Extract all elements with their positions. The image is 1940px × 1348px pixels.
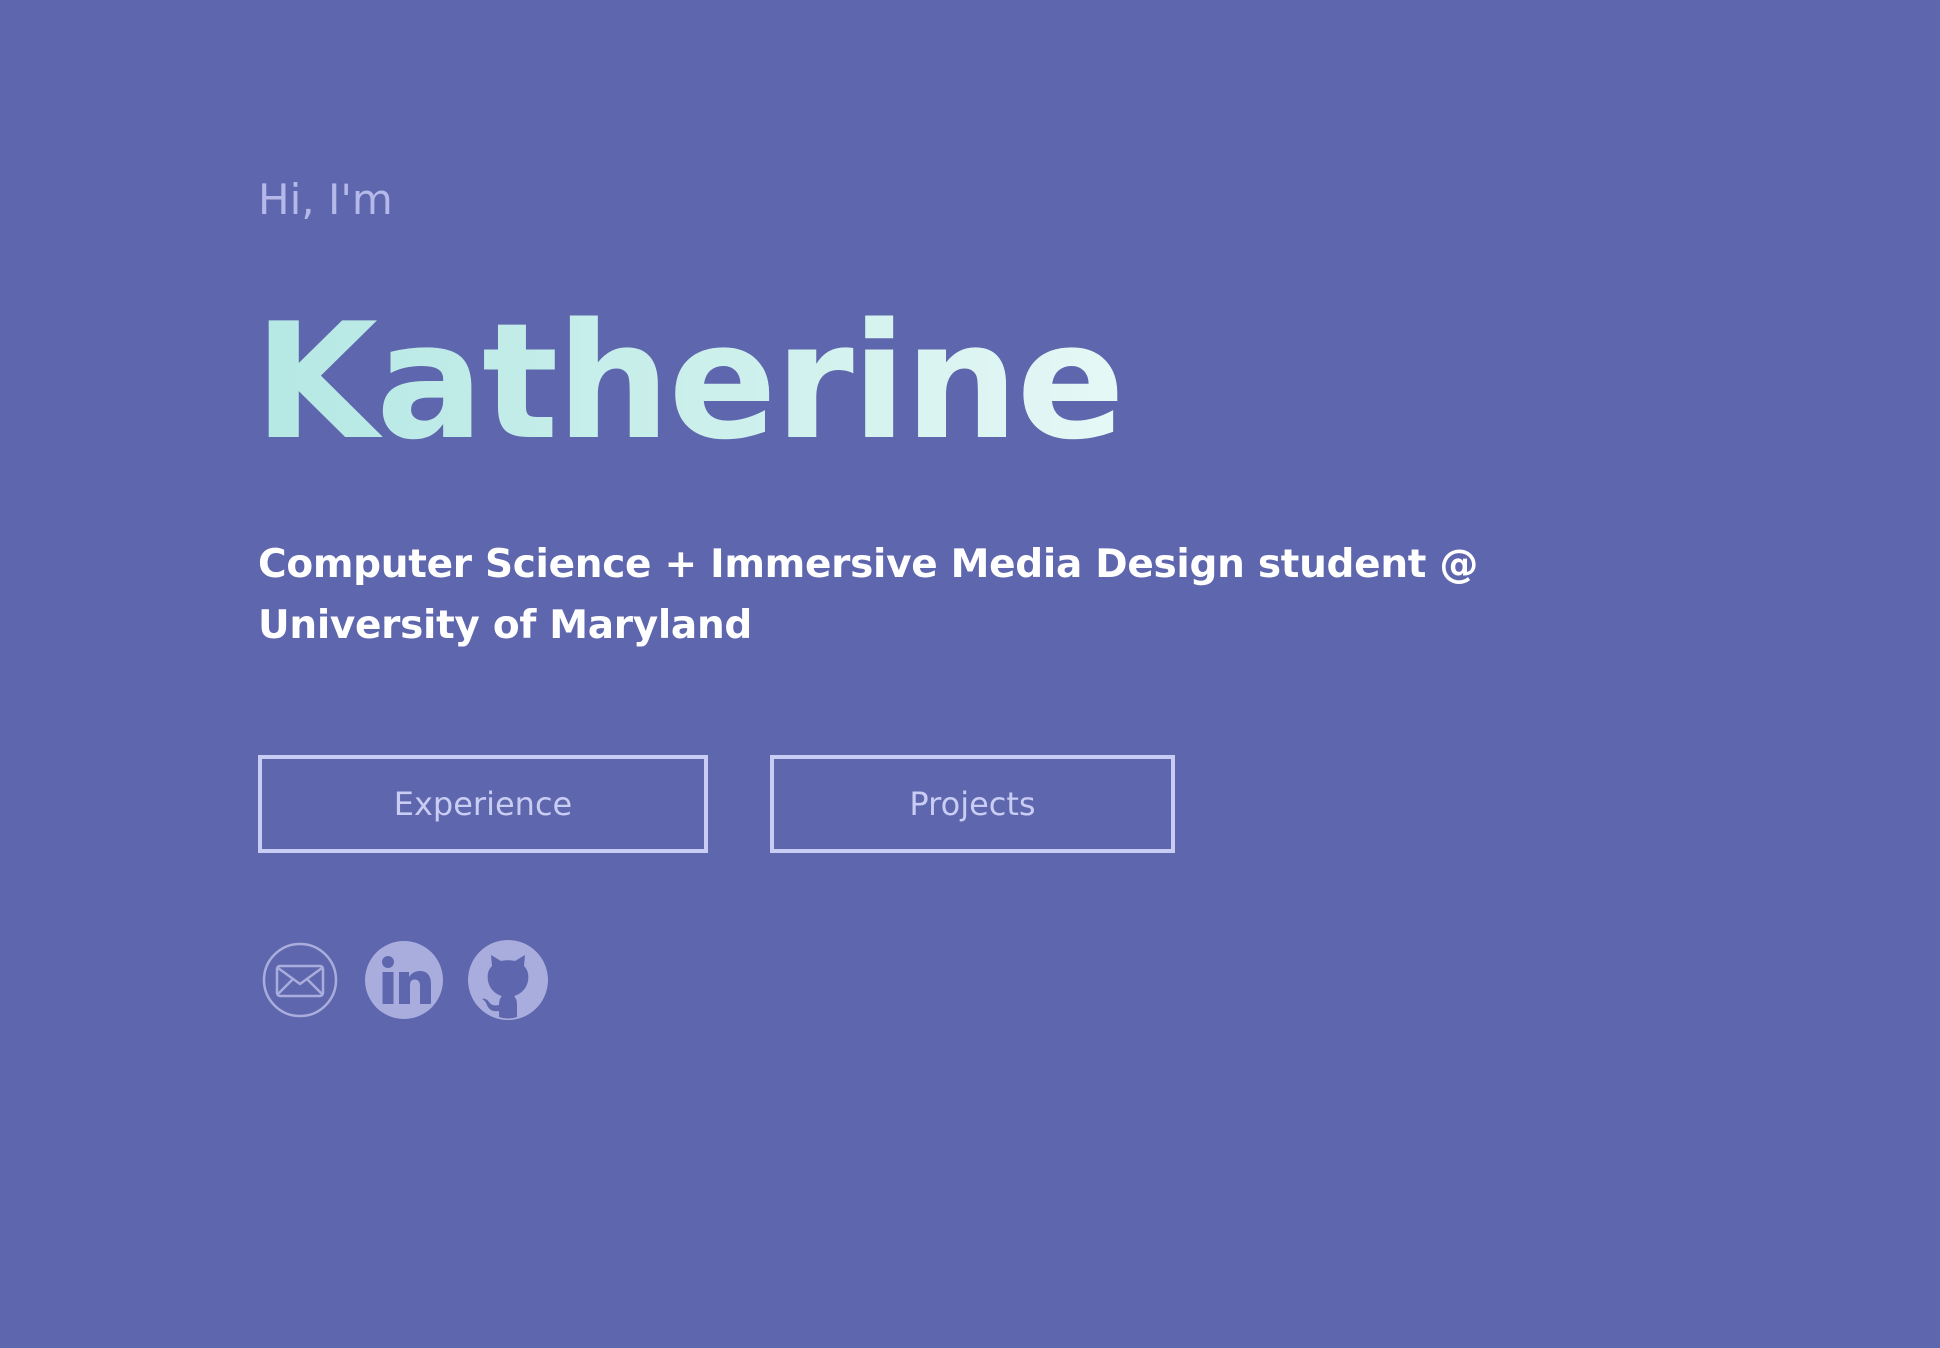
projects-button[interactable]: Projects xyxy=(770,755,1175,853)
tagline-text: Computer Science + Immersive Media Desig… xyxy=(258,542,1479,648)
social-links xyxy=(260,940,548,1020)
github-icon[interactable] xyxy=(468,940,548,1020)
greeting-text: Hi, I'm xyxy=(258,175,393,224)
name-heading: Katherine xyxy=(254,288,1125,475)
nav-buttons: Experience Projects xyxy=(258,755,1175,853)
mail-icon[interactable] xyxy=(260,940,340,1020)
experience-button[interactable]: Experience xyxy=(258,755,708,853)
linkedin-icon[interactable] xyxy=(364,940,444,1020)
